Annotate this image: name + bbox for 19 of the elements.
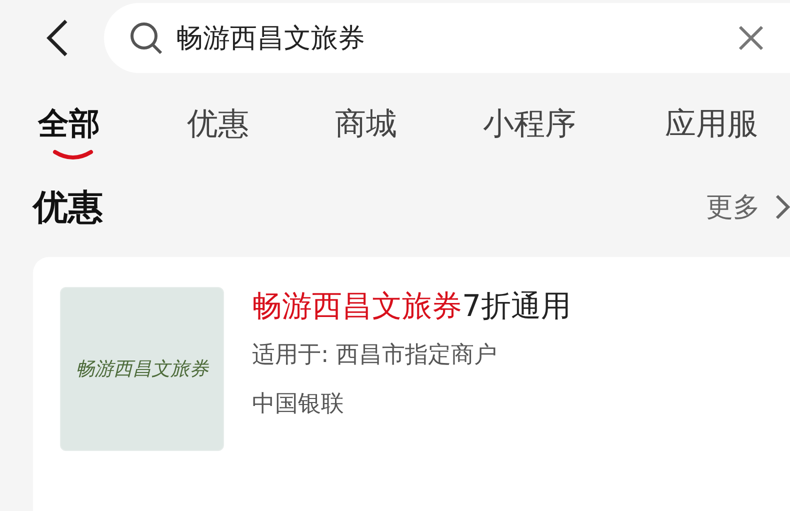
back-icon[interactable] <box>44 18 70 58</box>
tab[interactable]: 小程序 <box>483 103 576 163</box>
section-title: 优惠 <box>33 186 104 230</box>
close-icon[interactable] <box>738 25 764 51</box>
tab[interactable]: 全部 <box>38 103 100 163</box>
search-icon <box>128 20 164 56</box>
tab[interactable]: 商城 <box>335 103 397 163</box>
coupon-issuer: 中国银联 <box>252 390 345 419</box>
tab-underline <box>52 149 94 161</box>
search-input[interactable]: 畅游西昌文旅券 <box>176 22 738 54</box>
more-link[interactable]: 更多 <box>706 189 760 225</box>
coupon-title: 畅游西昌文旅券7折通用 <box>252 288 572 326</box>
chevron-icon[interactable] <box>774 193 790 221</box>
search-bar[interactable]: 畅游西昌文旅券 <box>104 3 790 73</box>
tab[interactable]: 应用服 <box>665 103 758 163</box>
coupon-card[interactable]: 畅游西昌文旅券 畅游西昌文旅券7折通用 适用于: 西昌市指定商户 中国银联 <box>33 257 790 511</box>
thumbnail-text: 畅游西昌文旅券 <box>76 357 208 382</box>
coupon-scope: 适用于: 西昌市指定商户 <box>252 341 498 370</box>
tab[interactable]: 优惠 <box>187 103 249 163</box>
